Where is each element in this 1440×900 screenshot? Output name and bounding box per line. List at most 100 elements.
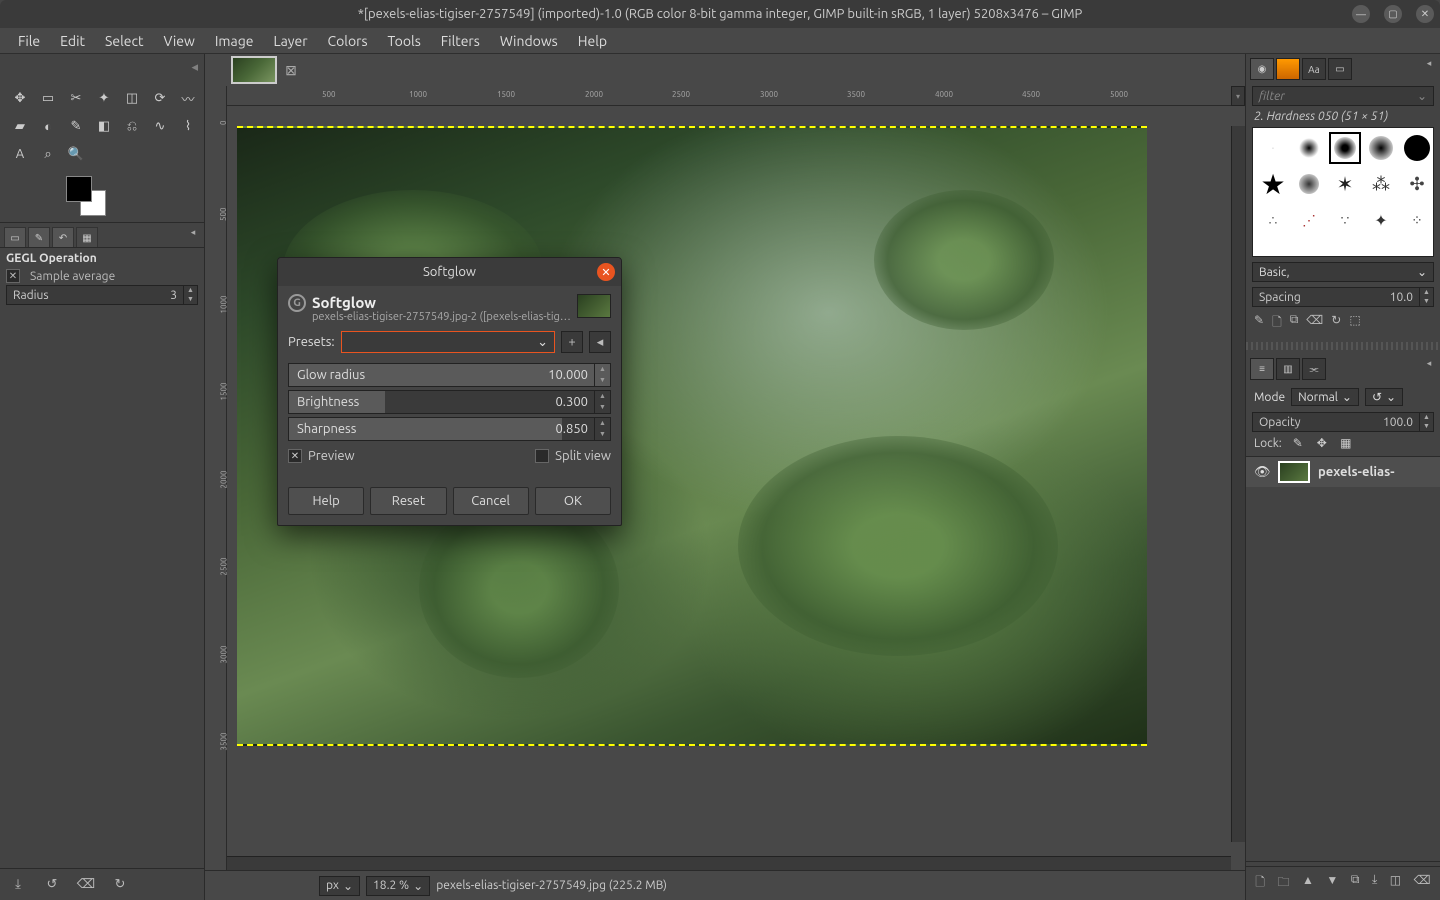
document-tab-close-icon[interactable]: ⊠ (283, 62, 299, 78)
layer-list[interactable]: 👁 pexels-elias- (1246, 456, 1440, 862)
menu-layer[interactable]: Layer (263, 29, 317, 53)
brightness-slider[interactable]: Brightness 0.300 ▲▼ (288, 390, 611, 414)
menu-tools[interactable]: Tools (378, 29, 431, 53)
glow-radius-up[interactable]: ▲ (595, 364, 610, 375)
edit-brush-icon[interactable]: ✎ (1254, 313, 1264, 334)
menu-windows[interactable]: Windows (490, 29, 568, 53)
delete-brush-icon[interactable]: ⌫ (1306, 313, 1323, 334)
radius-spin-up[interactable]: ▲ (184, 286, 197, 295)
zoom-selector[interactable]: 18.2 %⌄ (366, 876, 430, 896)
save-tool-preset-icon[interactable]: ⤓ (8, 877, 28, 892)
pencil-tool-icon[interactable]: ✎ (64, 114, 88, 138)
layer-name[interactable]: pexels-elias- (1318, 465, 1394, 479)
dock-menu-icon[interactable]: ◂ (186, 227, 200, 247)
menu-view[interactable]: View (153, 29, 204, 53)
new-brush-icon[interactable]: 🗋 (1272, 313, 1282, 334)
patterns-tab[interactable] (1276, 58, 1300, 80)
duplicate-brush-icon[interactable]: ⧉ (1290, 313, 1299, 334)
crop-tool-icon[interactable]: ◫ (120, 86, 144, 110)
history-tab[interactable]: ▭ (1328, 58, 1352, 80)
brightness-down[interactable]: ▼ (595, 402, 610, 413)
preset-add-button[interactable]: + (561, 331, 583, 353)
move-tool-icon[interactable]: ✥ (8, 86, 32, 110)
maximize-button[interactable]: ▢ (1384, 5, 1402, 23)
picker-tool-icon[interactable]: ⌕ (36, 142, 60, 166)
gradient-tool-icon[interactable]: ◐ (36, 114, 60, 138)
dock-tab-image[interactable]: ▦ (76, 227, 98, 247)
menu-image[interactable]: Image (205, 29, 264, 53)
unit-selector[interactable]: px⌄ (319, 876, 360, 896)
channels-tab[interactable]: ▥ (1276, 358, 1300, 380)
dock-divider[interactable] (1246, 342, 1440, 350)
restore-tool-preset-icon[interactable]: ↺ (42, 877, 62, 892)
horizontal-ruler[interactable]: ▾ 50010001500200025003000350040004500500… (227, 86, 1245, 106)
brushes-tab[interactable]: ◉ (1250, 58, 1274, 80)
softglow-dialog[interactable]: Softglow ✕ G Softglow pexels-elias-tigis… (277, 257, 622, 526)
mode-reset-button[interactable]: ↺⌄ (1365, 388, 1403, 406)
minimize-button[interactable]: — (1352, 5, 1370, 23)
dialog-titlebar[interactable]: Softglow ✕ (278, 258, 621, 286)
split-view-checkbox[interactable] (535, 449, 549, 463)
document-tab[interactable] (231, 56, 277, 84)
spacing-input[interactable]: Spacing 10.0 ▲▼ (1252, 287, 1434, 307)
dock-tab-device[interactable]: ✎ (28, 227, 50, 247)
brush-grid[interactable]: · ★ ✶ ⁂ ✣ ∴ ⋰ ∵ ✦ ⁘ (1252, 127, 1434, 257)
blend-mode-selector[interactable]: Normal⌄ (1291, 388, 1359, 406)
rect-select-tool-icon[interactable]: ▭ (36, 86, 60, 110)
menu-colors[interactable]: Colors (318, 29, 378, 53)
close-button[interactable]: ✕ (1416, 5, 1434, 23)
presets-dropdown[interactable]: ⌄ (341, 331, 555, 353)
cancel-button[interactable]: Cancel (453, 487, 529, 515)
free-select-tool-icon[interactable]: ✂ (64, 86, 88, 110)
layer-up-icon[interactable]: ▲ (1302, 873, 1314, 894)
menu-select[interactable]: Select (95, 29, 153, 53)
brightness-up[interactable]: ▲ (595, 391, 610, 402)
fonts-tab[interactable]: Aa (1302, 58, 1326, 80)
horizontal-scrollbar[interactable] (227, 856, 1231, 870)
clone-tool-icon[interactable]: ⎌ (120, 114, 144, 138)
sharpness-down[interactable]: ▼ (595, 429, 610, 440)
transform-tool-icon[interactable]: ⟳ (148, 86, 172, 110)
text-tool-icon[interactable]: A (8, 142, 32, 166)
refresh-brush-icon[interactable]: ↻ (1331, 313, 1341, 334)
zoom-tool-icon[interactable]: 🔍 (64, 142, 88, 166)
vertical-scrollbar[interactable] (1231, 126, 1245, 842)
fuzzy-select-tool-icon[interactable]: ✦ (92, 86, 116, 110)
new-layer-icon[interactable]: 🗋 (1255, 873, 1265, 894)
reset-button[interactable]: Reset (370, 487, 446, 515)
layer-down-icon[interactable]: ▼ (1326, 873, 1338, 894)
layer-visibility-icon[interactable]: 👁 (1254, 465, 1270, 480)
duplicate-layer-icon[interactable]: ⧉ (1351, 873, 1360, 894)
glow-radius-slider[interactable]: Glow radius 10.000 ▲▼ (288, 363, 611, 387)
brush-preset-selector[interactable]: Basic,⌄ (1252, 262, 1434, 282)
menu-edit[interactable]: Edit (50, 29, 95, 53)
eraser-tool-icon[interactable]: ◧ (92, 114, 116, 138)
radius-spin-down[interactable]: ▼ (184, 295, 197, 304)
dock-menu-icon-layers[interactable]: ◂ (1422, 358, 1436, 380)
layers-tab[interactable]: ≡ (1250, 358, 1274, 380)
delete-tool-preset-icon[interactable]: ⌫ (76, 877, 96, 892)
smudge-tool-icon[interactable]: ∿ (148, 114, 172, 138)
reset-tool-preset-icon[interactable]: ↻ (110, 877, 130, 892)
lock-pixels-icon[interactable]: ✎ (1290, 436, 1306, 450)
open-as-image-icon[interactable]: ⬚ (1349, 313, 1360, 334)
opacity-slider[interactable]: Opacity 100.0 ▲▼ (1252, 412, 1434, 432)
menu-help[interactable]: Help (568, 29, 617, 53)
sharpness-up[interactable]: ▲ (595, 418, 610, 429)
bucket-tool-icon[interactable]: ▰ (8, 114, 32, 138)
merge-layer-icon[interactable]: ⤓ (1372, 873, 1377, 894)
layer-row[interactable]: 👁 pexels-elias- (1246, 457, 1440, 487)
dock-menu-icon-right[interactable]: ◂ (1422, 58, 1436, 80)
dock-collapse-icon[interactable]: ◂ (191, 60, 198, 80)
fg-color-swatch[interactable] (66, 176, 92, 202)
delete-layer-icon[interactable]: ⌫ (1414, 873, 1431, 894)
path-tool-icon[interactable]: ⌇ (176, 114, 200, 138)
ok-button[interactable]: OK (535, 487, 611, 515)
lock-position-icon[interactable]: ✥ (1314, 436, 1330, 450)
paths-tab[interactable]: ⫘ (1302, 358, 1326, 380)
sharpness-slider[interactable]: Sharpness 0.850 ▲▼ (288, 417, 611, 441)
dock-tab-undo[interactable]: ↶ (52, 227, 74, 247)
glow-radius-down[interactable]: ▼ (595, 375, 610, 386)
fg-bg-swatch[interactable] (66, 176, 106, 216)
menu-file[interactable]: File (8, 29, 50, 53)
